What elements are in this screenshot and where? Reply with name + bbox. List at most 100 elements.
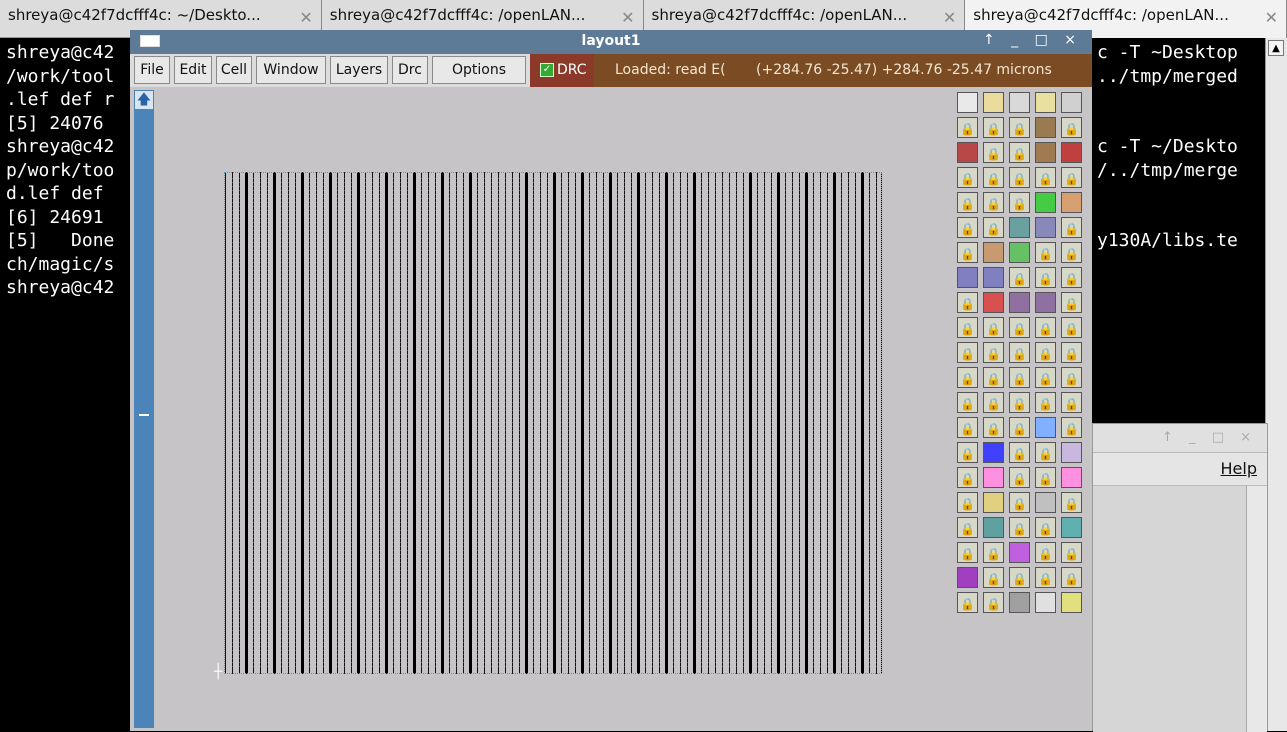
close-icon[interactable]: ✕ bbox=[299, 8, 312, 27]
layer-swatch[interactable]: 🔒 bbox=[1061, 392, 1082, 413]
layer-swatch[interactable] bbox=[983, 517, 1004, 538]
layer-swatch[interactable]: 🔒 bbox=[1061, 317, 1082, 338]
layer-swatch[interactable] bbox=[1009, 292, 1030, 313]
layer-swatch[interactable]: 🔒 bbox=[1009, 467, 1030, 488]
layer-swatch[interactable] bbox=[983, 467, 1004, 488]
layer-swatch[interactable] bbox=[1035, 192, 1056, 213]
layer-swatch[interactable]: 🔒 bbox=[1035, 267, 1056, 288]
layer-swatch[interactable]: 🔒 bbox=[957, 592, 978, 613]
layer-swatch[interactable] bbox=[1061, 467, 1082, 488]
layer-swatch[interactable]: 🔒 bbox=[957, 392, 978, 413]
menu-edit[interactable]: Edit bbox=[174, 56, 212, 84]
layer-swatch[interactable] bbox=[1035, 292, 1056, 313]
layer-swatch[interactable]: 🔒 bbox=[1061, 367, 1082, 388]
scroll-thumb[interactable] bbox=[139, 414, 149, 416]
layer-swatch[interactable]: 🔒 bbox=[983, 117, 1004, 138]
layer-swatch[interactable]: 🔒 bbox=[1061, 167, 1082, 188]
layer-swatch[interactable]: 🔒 bbox=[983, 392, 1004, 413]
layer-swatch[interactable]: 🔒 bbox=[957, 417, 978, 438]
layer-swatch[interactable]: 🔒 bbox=[957, 192, 978, 213]
layer-swatch[interactable]: 🔒 bbox=[1009, 192, 1030, 213]
layer-swatch[interactable]: 🔒 bbox=[957, 492, 978, 513]
layer-swatch[interactable] bbox=[1009, 542, 1030, 563]
layer-swatch[interactable]: 🔒 bbox=[1035, 392, 1056, 413]
layer-swatch[interactable] bbox=[1061, 592, 1082, 613]
layer-swatch[interactable]: 🔒 bbox=[983, 142, 1004, 163]
layout-cell-geometry[interactable] bbox=[224, 172, 882, 674]
layer-swatch[interactable]: 🔒 bbox=[957, 517, 978, 538]
layer-swatch[interactable]: 🔒 bbox=[983, 317, 1004, 338]
layer-swatch[interactable]: 🔒 bbox=[1035, 242, 1056, 263]
layer-swatch[interactable]: 🔒 bbox=[1035, 167, 1056, 188]
terminal-scrollbar[interactable]: ▲ bbox=[1265, 38, 1287, 731]
layer-swatch[interactable]: 🔒 bbox=[983, 542, 1004, 563]
menu-file[interactable]: File bbox=[134, 56, 170, 84]
layer-swatch[interactable]: 🔒 bbox=[1061, 417, 1082, 438]
layer-swatch[interactable] bbox=[957, 267, 978, 288]
menu-window[interactable]: Window bbox=[256, 56, 326, 84]
layer-swatch[interactable]: 🔒 bbox=[983, 417, 1004, 438]
layer-swatch[interactable]: 🔒 bbox=[983, 217, 1004, 238]
layer-swatch[interactable]: 🔒 bbox=[983, 367, 1004, 388]
layer-swatch[interactable]: 🔒 bbox=[1009, 317, 1030, 338]
layer-swatch[interactable] bbox=[1061, 92, 1082, 113]
layer-swatch[interactable]: 🔒 bbox=[1035, 442, 1056, 463]
layer-swatch[interactable]: 🔒 bbox=[957, 217, 978, 238]
layer-swatch[interactable] bbox=[957, 142, 978, 163]
layer-swatch[interactable]: 🔒 bbox=[957, 542, 978, 563]
layer-swatch[interactable] bbox=[1035, 117, 1056, 138]
layer-swatch[interactable]: 🔒 bbox=[983, 592, 1004, 613]
layer-swatch[interactable] bbox=[1009, 217, 1030, 238]
layer-swatch[interactable]: 🔒 bbox=[1009, 442, 1030, 463]
secondary-window-controls[interactable]: ↑ _ □ × bbox=[1093, 424, 1267, 452]
scroll-up-arrow-icon[interactable]: 🡅 bbox=[135, 91, 153, 109]
layer-swatch[interactable]: 🔒 bbox=[1035, 467, 1056, 488]
layer-swatch[interactable] bbox=[983, 267, 1004, 288]
layer-swatch[interactable]: 🔒 bbox=[1061, 542, 1082, 563]
close-icon[interactable]: ✕ bbox=[1265, 8, 1278, 27]
layer-swatch[interactable]: 🔒 bbox=[1009, 492, 1030, 513]
layer-swatch[interactable]: 🔒 bbox=[1035, 542, 1056, 563]
scroll-up-icon[interactable]: ▲ bbox=[1268, 40, 1284, 56]
menu-drc[interactable]: Drc bbox=[392, 56, 428, 84]
vertical-scrollbar[interactable]: 🡅 bbox=[134, 90, 154, 728]
layer-swatch[interactable] bbox=[1009, 242, 1030, 263]
menu-cell[interactable]: Cell bbox=[216, 56, 252, 84]
layer-swatch[interactable]: 🔒 bbox=[1009, 142, 1030, 163]
layer-swatch[interactable] bbox=[1035, 592, 1056, 613]
layer-swatch[interactable] bbox=[983, 92, 1004, 113]
layer-swatch[interactable] bbox=[1009, 92, 1030, 113]
layer-swatch[interactable]: 🔒 bbox=[1009, 517, 1030, 538]
layer-swatch[interactable]: 🔒 bbox=[1035, 317, 1056, 338]
layer-swatch[interactable]: 🔒 bbox=[1009, 367, 1030, 388]
layer-swatch[interactable]: 🔒 bbox=[957, 167, 978, 188]
layer-swatch[interactable]: 🔒 bbox=[983, 192, 1004, 213]
layer-swatch[interactable] bbox=[1061, 192, 1082, 213]
menu-options[interactable]: Options bbox=[432, 56, 526, 84]
layer-swatch[interactable]: 🔒 bbox=[1009, 567, 1030, 588]
layer-swatch[interactable]: 🔒 bbox=[957, 242, 978, 263]
layer-swatch[interactable]: 🔒 bbox=[957, 117, 978, 138]
layer-swatch[interactable] bbox=[983, 242, 1004, 263]
layer-swatch[interactable]: 🔒 bbox=[1009, 167, 1030, 188]
layer-swatch[interactable]: 🔒 bbox=[1009, 392, 1030, 413]
layer-swatch[interactable]: 🔒 bbox=[983, 567, 1004, 588]
window-controls[interactable]: ↑ _ □ × bbox=[983, 32, 1082, 48]
layer-swatch[interactable]: 🔒 bbox=[957, 442, 978, 463]
layer-swatch[interactable]: 🔒 bbox=[983, 342, 1004, 363]
layer-swatch[interactable]: 🔒 bbox=[1009, 417, 1030, 438]
layer-swatch[interactable] bbox=[957, 92, 978, 113]
layer-swatch[interactable]: 🔒 bbox=[1061, 242, 1082, 263]
layer-swatch[interactable] bbox=[1035, 142, 1056, 163]
layer-swatch[interactable]: 🔒 bbox=[1009, 267, 1030, 288]
window-titlebar[interactable]: layout1 ↑ _ □ × bbox=[130, 30, 1092, 54]
layer-swatch[interactable]: 🔒 bbox=[1035, 517, 1056, 538]
layer-swatch[interactable]: 🔒 bbox=[1061, 567, 1082, 588]
layer-swatch[interactable] bbox=[1061, 442, 1082, 463]
layer-swatch[interactable] bbox=[983, 492, 1004, 513]
layer-swatch[interactable]: 🔒 bbox=[957, 367, 978, 388]
layer-swatch[interactable]: 🔒 bbox=[1035, 567, 1056, 588]
layer-swatch[interactable] bbox=[1035, 92, 1056, 113]
layer-swatch[interactable] bbox=[1061, 142, 1082, 163]
layer-swatch[interactable]: 🔒 bbox=[1009, 117, 1030, 138]
